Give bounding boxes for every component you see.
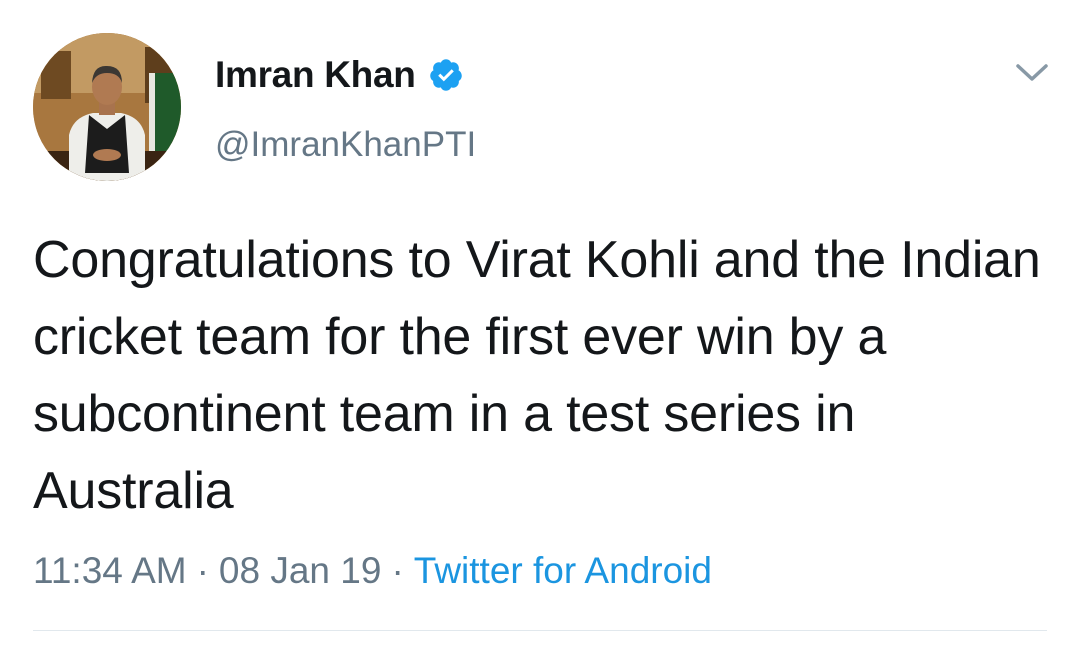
chevron-down-icon[interactable] [1010,58,1054,88]
meta-separator: · [196,550,209,591]
user-name-row[interactable]: Imran Khan [215,52,464,98]
tweet-source-link[interactable]: Twitter for Android [414,550,712,591]
tweet-time[interactable]: 11:34 AM [33,550,187,591]
tweet-date[interactable]: 08 Jan 19 [219,550,382,591]
divider [33,630,1047,631]
tweet-card: Imran Khan @ImranKhanPTI Congratulations… [0,0,1080,645]
tweet-text: Congratulations to Virat Kohli and the I… [33,231,1041,520]
display-name[interactable]: Imran Khan [215,52,416,98]
user-handle[interactable]: @ImranKhanPTI [215,122,476,168]
tweet-metadata: 11:34 AM · 08 Jan 19 · Twitter for Android [33,548,712,594]
avatar-image [33,33,181,181]
meta-separator: · [391,550,404,591]
verified-badge-icon [428,57,464,93]
avatar[interactable] [33,33,181,181]
